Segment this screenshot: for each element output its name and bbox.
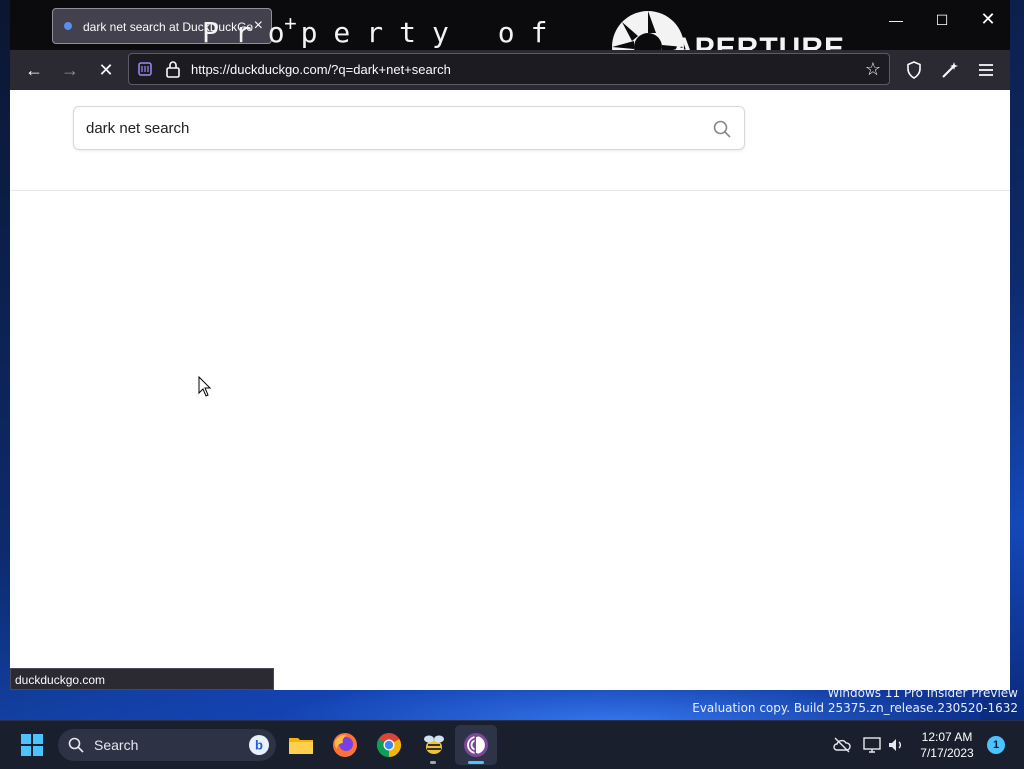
forward-button[interactable]: → bbox=[56, 60, 84, 80]
stop-loading-button[interactable]: ✕ bbox=[92, 60, 120, 80]
volume-icon[interactable] bbox=[886, 735, 906, 755]
nav-toolbar: ← → ✕ https://duckduckgo.com/?q=dark+net… bbox=[10, 50, 1010, 90]
shield-icon[interactable] bbox=[904, 60, 924, 80]
tor-browser-icon[interactable] bbox=[462, 731, 490, 759]
search-box[interactable] bbox=[73, 106, 745, 150]
chrome-icon[interactable] bbox=[375, 731, 403, 759]
address-bar[interactable]: https://duckduckgo.com/?q=dark+net+searc… bbox=[128, 53, 890, 85]
clock-time: 12:07 AM bbox=[921, 730, 973, 744]
taskbar: Search b 12:07 AM 7/17/2023 1 bbox=[0, 720, 1024, 769]
network-icon[interactable] bbox=[862, 735, 882, 755]
status-url: duckduckgo.com bbox=[15, 673, 106, 687]
back-button[interactable]: ← bbox=[20, 60, 48, 80]
notification-badge[interactable]: 1 bbox=[987, 736, 1005, 754]
page-content bbox=[10, 90, 1010, 690]
file-explorer-icon[interactable] bbox=[287, 731, 315, 759]
bing-icon[interactable]: b bbox=[248, 734, 270, 756]
bee-app-running-indicator bbox=[430, 761, 436, 764]
clock-date: 7/17/2023 bbox=[920, 746, 974, 760]
close-window-button[interactable]: ✕ bbox=[968, 9, 1008, 30]
search-icon[interactable] bbox=[712, 119, 732, 139]
onedrive-offline-icon[interactable] bbox=[832, 735, 852, 755]
windows-start-icon[interactable] bbox=[20, 733, 44, 757]
loading-favicon-icon bbox=[64, 22, 72, 30]
url-text[interactable]: https://duckduckgo.com/?q=dark+net+searc… bbox=[191, 62, 451, 77]
hamburger-menu-icon[interactable] bbox=[976, 60, 996, 80]
search-input[interactable] bbox=[86, 120, 686, 137]
maximize-button[interactable]: ☐ bbox=[922, 12, 962, 29]
mouse-cursor-icon bbox=[198, 376, 212, 397]
system-clock[interactable]: 12:07 AM 7/17/2023 bbox=[912, 729, 982, 761]
taskbar-search-icon bbox=[68, 737, 84, 753]
taskbar-search[interactable]: Search b bbox=[58, 729, 276, 761]
property-overlay-text: Property of bbox=[202, 16, 564, 49]
svg-text:b: b bbox=[255, 738, 263, 753]
link-status-bar: duckduckgo.com bbox=[10, 668, 274, 690]
extensions-wand-icon[interactable] bbox=[940, 60, 960, 80]
site-permissions-icon[interactable] bbox=[137, 61, 153, 77]
minimize-button[interactable]: — bbox=[876, 12, 916, 28]
bookmark-star-icon[interactable]: ☆ bbox=[865, 59, 881, 80]
watermark-build: Evaluation copy. Build 25375.zn_release.… bbox=[692, 701, 1018, 715]
search-header bbox=[10, 90, 1010, 191]
browser-window: dark net search at DuckDuckGo × + Proper… bbox=[10, 0, 1010, 690]
tor-running-indicator bbox=[468, 761, 484, 764]
taskbar-search-label: Search bbox=[94, 737, 139, 753]
bee-app-icon[interactable] bbox=[420, 731, 448, 759]
lock-icon[interactable] bbox=[165, 60, 181, 78]
tab-strip: dark net search at DuckDuckGo × + Proper… bbox=[10, 0, 1010, 83]
firefox-icon[interactable] bbox=[331, 731, 359, 759]
